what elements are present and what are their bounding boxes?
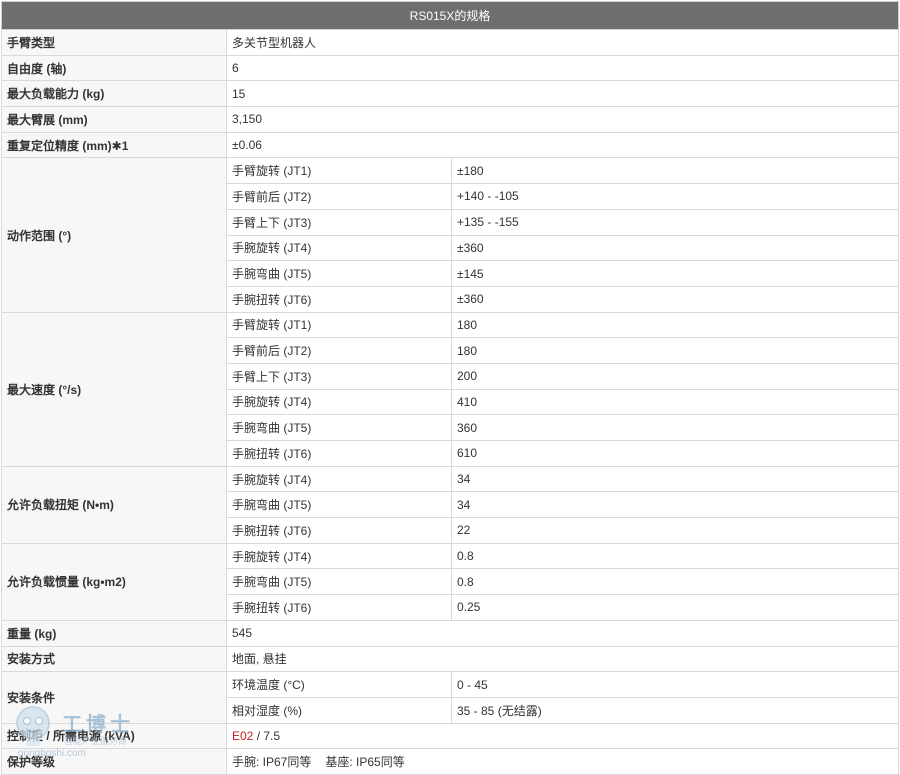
axis-value: ±360: [450, 285, 900, 313]
controller-model: E02: [232, 728, 254, 743]
row-max-payload: 最大负载能力 (kg) 15: [1, 80, 900, 108]
axis-label: 手腕扭转 (JT6): [226, 285, 452, 313]
axis-value: 35 - 85 (无结露): [450, 696, 900, 724]
row-value: E02 / 7.5: [225, 722, 900, 750]
table-title: RS015X的规格: [0, 1, 900, 30]
axis-label: 手臂前后 (JT2): [226, 337, 452, 364]
row-label: 允许负载扭矩 (N•m): [1, 465, 227, 544]
axis-value: 180: [450, 311, 900, 339]
axis-value: ±180: [450, 157, 900, 185]
axis-label: 手腕旋转 (JT4): [226, 542, 452, 570]
row-label: 最大速度 (°/s): [1, 311, 227, 467]
row-label: 安装方式: [1, 645, 227, 673]
row-label: 自由度 (轴): [1, 54, 227, 82]
row-label: 允许负载惯量 (kg•m2): [1, 542, 227, 621]
axis-label: 手腕扭转 (JT6): [226, 440, 452, 467]
row-label: 最大负载能力 (kg): [1, 80, 227, 108]
axis-label: 相对湿度 (%): [226, 696, 452, 724]
axis-label: 环境温度 (°C): [226, 671, 452, 698]
axis-value: 34: [450, 491, 900, 519]
axis-label: 手腕旋转 (JT4): [226, 465, 452, 493]
row-label: 重量 (kg): [1, 619, 227, 647]
row-repeatability: 重复定位精度 (mm)✱1 ±0.06: [1, 131, 900, 159]
axis-value: 0.8: [450, 568, 900, 596]
axis-value: +135 - -155: [450, 208, 900, 236]
axis-label: 手腕弯曲 (JT5): [226, 260, 452, 287]
axis-label: 手腕旋转 (JT4): [226, 234, 452, 262]
row-controller: 控制柜 / 所需电源 (kVA) E02 / 7.5: [1, 722, 900, 750]
axis-value: 22: [450, 517, 900, 544]
axis-value: 0.25: [450, 594, 900, 621]
axis-label: 手腕弯曲 (JT5): [226, 414, 452, 441]
row-weight: 重量 (kg) 545: [1, 619, 900, 647]
axis-value: ±360: [450, 234, 900, 262]
row-label: 手臂类型: [1, 29, 227, 56]
axis-value: 0 - 45: [450, 671, 900, 698]
row-value: 多关节型机器人: [225, 29, 900, 56]
row-value: 545: [225, 619, 900, 647]
row-max-reach: 最大臂展 (mm) 3,150: [1, 106, 900, 133]
spec-table: RS015X的规格 手臂类型 多关节型机器人 自由度 (轴) 6 最大负载能力 …: [0, 1, 900, 775]
axis-value: 0.8: [450, 542, 900, 570]
axis-label: 手腕扭转 (JT6): [226, 594, 452, 621]
row-value: 15: [225, 80, 900, 108]
axis-value: +140 - -105: [450, 183, 900, 210]
axis-label: 手臂上下 (JT3): [226, 208, 452, 236]
axis-value: 180: [450, 337, 900, 364]
table-header-row: RS015X的规格: [0, 1, 900, 30]
row-protection: 保护等级 手腕: IP67同等 基座: IP65同等: [1, 748, 900, 775]
row-torque: 允许负载扭矩 (N•m) 手腕旋转 (JT4) 34: [1, 465, 900, 544]
row-value: 3,150: [225, 106, 900, 133]
axis-value: 610: [450, 440, 900, 467]
row-value: 6: [225, 54, 900, 82]
row-label: 最大臂展 (mm): [1, 106, 227, 133]
row-value: ±0.06: [225, 131, 900, 159]
axis-value: 360: [450, 414, 900, 441]
row-max-speed: 最大速度 (°/s) 手臂旋转 (JT1) 180: [1, 311, 900, 467]
controller-power: / 7.5: [253, 728, 281, 743]
row-value: 地面, 悬挂: [225, 645, 900, 673]
protection-base: 基座: IP65同等: [325, 755, 405, 770]
axis-label: 手臂旋转 (JT1): [226, 311, 452, 339]
row-label: 保护等级: [1, 748, 227, 775]
axis-label: 手腕弯曲 (JT5): [226, 491, 452, 519]
axis-label: 手臂旋转 (JT1): [226, 157, 452, 185]
row-label: 控制柜 / 所需电源 (kVA): [1, 722, 227, 750]
axis-value: 200: [450, 362, 900, 390]
row-motion-range: 动作范围 (°) 手臂旋转 (JT1) ±180: [1, 157, 900, 313]
axis-value: 34: [450, 465, 900, 493]
axis-label: 手臂前后 (JT2): [226, 183, 452, 210]
protection-wrist: 手腕: IP67同等: [232, 755, 312, 770]
axis-value: 410: [450, 388, 900, 416]
row-value: 手腕: IP67同等 基座: IP65同等: [225, 748, 900, 775]
row-install-conditions: 安装条件 环境温度 (°C) 0 - 45: [1, 671, 900, 724]
row-label: 重复定位精度 (mm)✱1: [1, 131, 227, 159]
row-label: 动作范围 (°): [1, 157, 227, 313]
row-mounting: 安装方式 地面, 悬挂: [1, 645, 900, 673]
row-dof: 自由度 (轴) 6: [1, 54, 900, 82]
axis-label: 手腕扭转 (JT6): [226, 517, 452, 544]
axis-label: 手腕旋转 (JT4): [226, 388, 452, 416]
row-inertia: 允许负载惯量 (kg•m2) 手腕旋转 (JT4) 0.8: [1, 542, 900, 621]
axis-label: 手臂上下 (JT3): [226, 362, 452, 390]
row-arm-type: 手臂类型 多关节型机器人: [1, 29, 900, 56]
axis-value: ±145: [450, 260, 900, 287]
row-label: 安装条件: [1, 671, 227, 724]
axis-label: 手腕弯曲 (JT5): [226, 568, 452, 596]
